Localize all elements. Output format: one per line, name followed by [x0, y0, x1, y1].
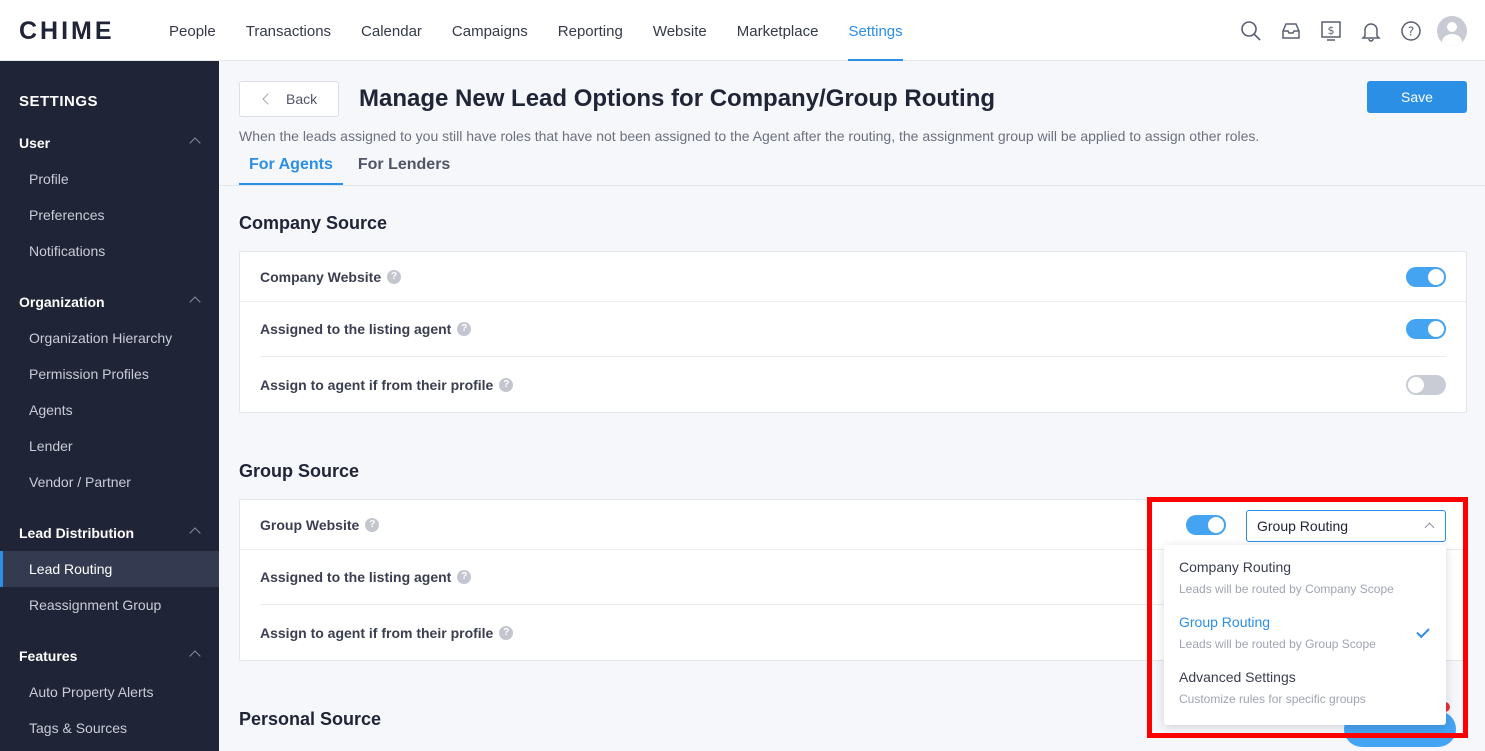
company-listing-agent-toggle[interactable] — [1406, 319, 1446, 339]
nav-website[interactable]: Website — [638, 0, 722, 61]
help-icon[interactable]: ? — [457, 322, 472, 336]
tab-for-agents[interactable]: For Agents — [239, 151, 343, 185]
settings-sidebar: SETTINGS User Profile Preferences Notifi… — [0, 61, 219, 751]
chevron-up-icon — [189, 527, 201, 539]
dollar-icon[interactable]: $ — [1317, 17, 1345, 45]
chime-logo[interactable]: CHIME — [19, 17, 115, 46]
svg-text:?: ? — [1408, 25, 1414, 39]
chevron-left-icon — [262, 93, 274, 105]
sidebar-group-header[interactable]: Organization — [0, 284, 219, 320]
personal-source-title: Personal Source — [239, 709, 382, 729]
sidebar-title: SETTINGS — [19, 93, 99, 110]
search-icon[interactable] — [1237, 17, 1265, 45]
help-icon[interactable]: ? — [365, 517, 380, 532]
highlight-box — [1147, 497, 1468, 738]
sidebar-item-organization-hierarchy[interactable]: Organization Hierarchy — [0, 320, 219, 356]
sidebar-item-agents[interactable]: Agents — [0, 392, 219, 428]
company-agent-profile-row: Assign to agent if from their profile? — [240, 357, 1466, 412]
company-source-title: Company Source — [239, 213, 388, 233]
sidebar-item-permission-profiles[interactable]: Permission Profiles — [0, 356, 219, 392]
company-website-toggle[interactable] — [1406, 266, 1446, 287]
sidebar-group-header[interactable]: User — [0, 125, 219, 161]
nav-settings[interactable]: Settings — [833, 0, 917, 61]
help-icon[interactable]: ? — [499, 625, 514, 640]
page-title: Manage New Lead Options for Company/Grou… — [359, 85, 996, 112]
help-icon[interactable]: ? — [499, 377, 514, 392]
avatar[interactable] — [1437, 16, 1467, 46]
main-nav: People Transactions Calendar Campaigns R… — [154, 0, 918, 61]
sidebar-item-auto-property-alerts[interactable]: Auto Property Alerts — [0, 674, 219, 710]
nav-calendar[interactable]: Calendar — [346, 0, 437, 61]
sidebar-item-profile[interactable]: Profile — [0, 161, 219, 197]
sidebar-item-lender[interactable]: Lender — [0, 428, 219, 464]
company-agent-profile-toggle[interactable] — [1406, 374, 1446, 395]
save-button[interactable]: Save — [1367, 81, 1467, 113]
page-description: When the leads assigned to you still hav… — [239, 128, 1260, 144]
tab-for-lenders[interactable]: For Lenders — [348, 151, 460, 185]
sidebar-group-lead-distribution: Lead Distribution Lead Routing Reassignm… — [0, 515, 219, 623]
sidebar-item-reassignment-group[interactable]: Reassignment Group — [0, 587, 219, 623]
sidebar-item-notifications[interactable]: Notifications — [0, 233, 219, 269]
group-source-title: Group Source — [239, 461, 360, 481]
tab-divider — [219, 185, 1485, 186]
svg-text:$: $ — [1328, 24, 1335, 37]
bell-icon[interactable] — [1357, 17, 1385, 45]
sidebar-group-features: Features Auto Property Alerts Tags & Sou… — [0, 638, 219, 746]
help-icon[interactable]: ? — [1397, 17, 1425, 45]
help-icon[interactable]: ? — [387, 269, 402, 284]
sidebar-group-header[interactable]: Lead Distribution — [0, 515, 219, 551]
sidebar-group-organization: Organization Organization Hierarchy Perm… — [0, 284, 219, 500]
sidebar-item-vendor-partner[interactable]: Vendor / Partner — [0, 464, 219, 500]
nav-reporting[interactable]: Reporting — [543, 0, 638, 61]
sidebar-group-user: User Profile Preferences Notifications — [0, 125, 219, 269]
top-bar: CHIME People Transactions Calendar Campa… — [0, 0, 1485, 61]
nav-campaigns[interactable]: Campaigns — [437, 0, 543, 61]
top-icons: $ ? — [1225, 16, 1467, 46]
sidebar-group-header[interactable]: Features — [0, 638, 219, 674]
company-source-card: Company Website? Assigned to the listing… — [239, 251, 1467, 413]
sidebar-item-preferences[interactable]: Preferences — [0, 197, 219, 233]
chevron-up-icon — [189, 650, 201, 662]
company-website-row: Company Website? — [240, 252, 1466, 302]
help-icon[interactable]: ? — [457, 570, 472, 584]
company-listing-agent-row: Assigned to the listing agent? — [260, 302, 1446, 357]
sidebar-item-lead-routing[interactable]: Lead Routing — [0, 551, 219, 587]
chevron-up-icon — [189, 137, 201, 149]
nav-transactions[interactable]: Transactions — [231, 0, 346, 61]
sidebar-item-tags-sources[interactable]: Tags & Sources — [0, 710, 219, 746]
tabs: For Agents For Lenders — [239, 151, 465, 185]
inbox-icon[interactable] — [1277, 17, 1305, 45]
nav-marketplace[interactable]: Marketplace — [722, 0, 834, 61]
nav-people[interactable]: People — [154, 0, 231, 61]
back-button[interactable]: Back — [239, 81, 339, 117]
chevron-up-icon — [189, 296, 201, 308]
